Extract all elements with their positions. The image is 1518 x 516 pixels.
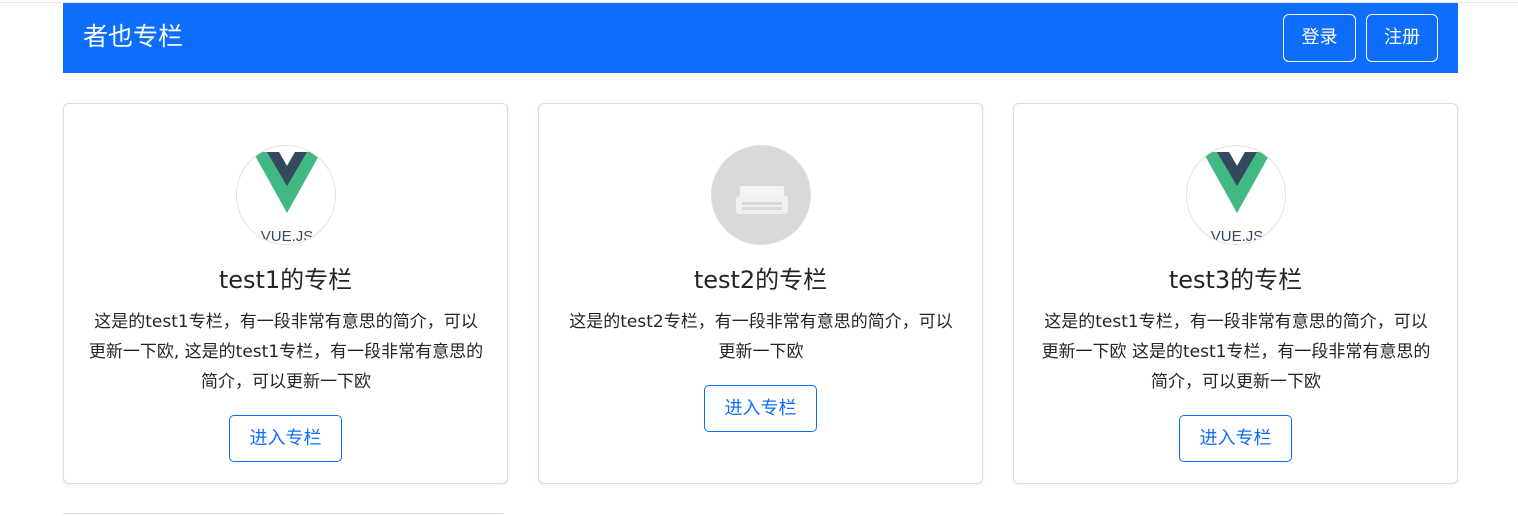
navbar: 者也专栏 登录 注册 [63,3,1458,73]
vue-logo-icon: VUE.JS [253,152,321,245]
column-avatar: VUE.JS [236,145,336,245]
column-description: 这是的test1专栏，有一段非常有意思的简介，可以更新一下欧, 这是的test1… [88,312,484,392]
svg-text:VUE.JS: VUE.JS [1211,228,1264,245]
enter-column-button[interactable]: 进入专栏 [229,415,342,462]
column-avatar [711,145,811,245]
enter-column-button[interactable]: 进入专栏 [1179,415,1292,462]
brand-title[interactable]: 者也专栏 [83,20,183,54]
column-card: test2的专栏 这是的test2专栏，有一段非常有意思的简介，可以更新一下欧 … [538,103,983,484]
column-title: test3的专栏 [1168,266,1303,294]
column-title: test1的专栏 [218,266,353,294]
column-description: 这是的test2专栏，有一段非常有意思的简介，可以更新一下欧 [569,312,953,362]
svg-text:VUE.JS: VUE.JS [261,228,314,245]
vue-logo-icon: VUE.JS [1203,152,1271,245]
column-avatar: VUE.JS [1186,145,1286,245]
typewriter-icon [712,146,810,244]
column-card: VUE.JS test3的专栏 这是的test1专栏，有一段非常有意思的简介，可… [1013,103,1458,484]
column-title: test2的专栏 [693,266,828,294]
enter-column-button[interactable]: 进入专栏 [704,385,817,432]
register-button[interactable]: 注册 [1366,14,1438,62]
login-button[interactable]: 登录 [1283,14,1356,62]
column-card: VUE.JS test1的专栏 这是的test1专栏，有一段非常有意思的简介，可… [63,103,508,484]
column-description: 这是的test1专栏，有一段非常有意思的简介，可以更新一下欧 这是的test1专… [1041,312,1431,392]
